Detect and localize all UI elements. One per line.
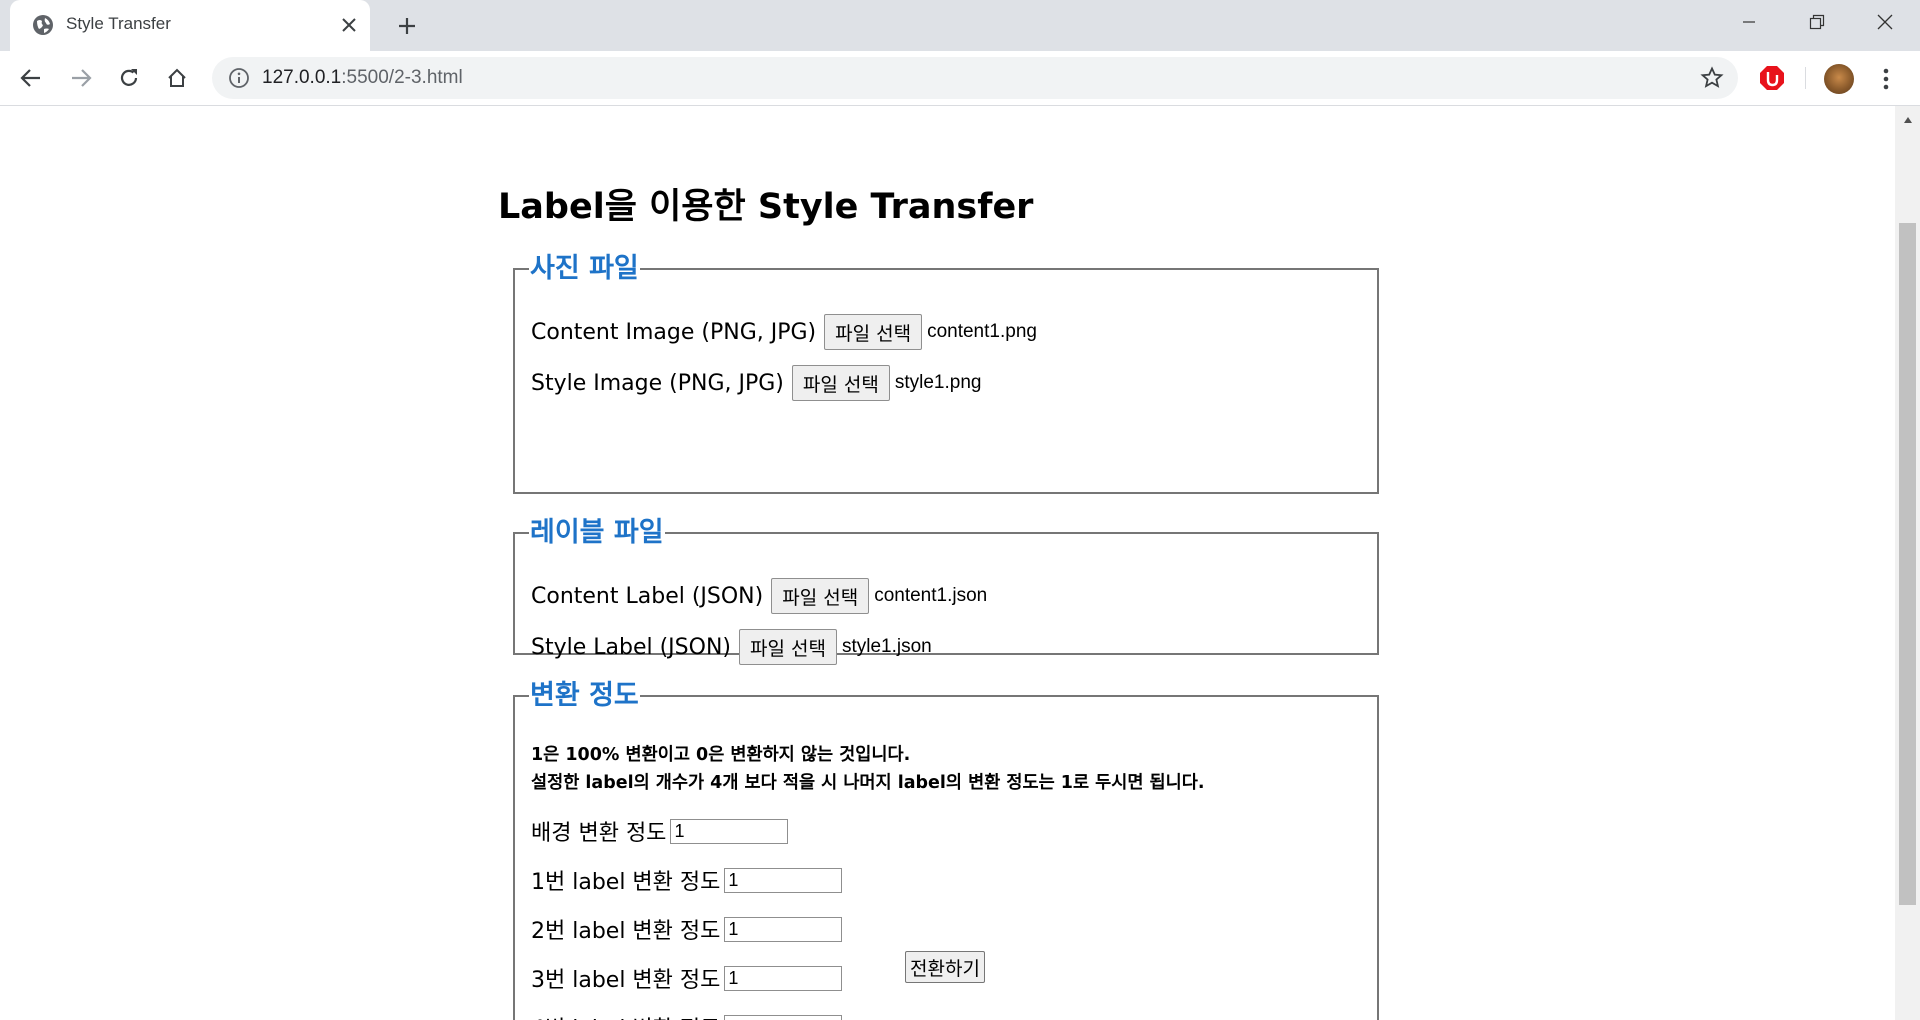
photo-file-fieldset: 사진 파일 Content Image (PNG, JPG) 파일 선택 con… [513, 254, 1379, 494]
background-ratio-input[interactable] [670, 818, 789, 844]
style-label-file-button[interactable]: 파일 선택 [739, 629, 837, 665]
ratio-note-line1: 1은 100% 변환이고 0은 변환하지 않는 것입니다. [531, 745, 911, 765]
label4-ratio-label: 4번 label 변환 정도 [531, 1011, 720, 1020]
info-icon[interactable] [228, 67, 250, 89]
label-file-legend: 레이블 파일 [530, 517, 664, 548]
label1-ratio-label: 1번 label 변환 정도 [531, 870, 721, 895]
forward-arrow-icon[interactable] [66, 63, 96, 93]
photo-file-legend: 사진 파일 [530, 253, 639, 284]
more-menu-icon[interactable] [1874, 64, 1898, 94]
page-title: Label을 이용한 Style Transfer [498, 187, 1034, 227]
label2-ratio-row: 2번 label 변환 정도 [531, 911, 843, 947]
restore-icon[interactable] [1783, 0, 1851, 44]
content-image-label: Content Image (PNG, JPG) [531, 319, 817, 345]
back-arrow-icon[interactable] [16, 63, 46, 93]
close-tab-icon[interactable] [336, 12, 362, 38]
browser-tab[interactable]: Style Transfer [10, 0, 370, 51]
extension-stop-icon[interactable] [1758, 64, 1786, 92]
tab-title: Style Transfer [66, 14, 171, 33]
url-host: 127.0.0.1 [262, 67, 342, 88]
content-label-row: Content Label (JSON) 파일 선택 content1.json [531, 578, 987, 614]
scroll-up-arrow-icon[interactable] [1895, 106, 1920, 134]
globe-icon [33, 15, 53, 35]
ratio-legend: 변환 정도 [530, 680, 639, 711]
browser-toolbar: 127.0.0.1:5500/2-3.html [0, 51, 1920, 106]
url-text[interactable]: 127.0.0.1:5500/2-3.html [262, 67, 463, 89]
content-image-file-button[interactable]: 파일 선택 [824, 314, 923, 350]
home-icon[interactable] [162, 63, 192, 93]
style-label-filename: style1.json [841, 636, 932, 657]
scrollbar-thumb[interactable] [1899, 223, 1916, 905]
label2-ratio-input[interactable] [724, 916, 843, 942]
page-viewport: Label을 이용한 Style Transfer 사진 파일 Content … [0, 106, 1895, 1020]
content-label-filename: content1.json [874, 585, 988, 606]
minimize-icon[interactable] [1715, 0, 1783, 44]
close-window-icon[interactable] [1851, 0, 1919, 44]
content-image-filename: content1.png [927, 321, 1037, 342]
style-image-filename: style1.png [894, 372, 982, 393]
label4-ratio-row: 4번 label 변환 정도 [531, 1009, 843, 1020]
label3-ratio-input[interactable] [724, 965, 843, 991]
label3-ratio-label: 3번 label 변환 정도 [531, 968, 721, 993]
ratio-note-line2: 설정한 label의 개수가 4개 보다 적을 시 나머지 label의 변환 … [531, 773, 1205, 793]
address-bar[interactable]: 127.0.0.1:5500/2-3.html [212, 57, 1738, 99]
label-file-fieldset: 레이블 파일 Content Label (JSON) 파일 선택 conten… [513, 517, 1379, 665]
style-image-label: Style Image (PNG, JPG) [531, 370, 784, 396]
profile-avatar[interactable] [1824, 64, 1854, 94]
background-ratio-row: 배경 변환 정도 [531, 813, 789, 849]
style-label-label: Style Label (JSON) [531, 634, 731, 660]
tab-strip: Style Transfer [0, 0, 1920, 51]
content-image-row: Content Image (PNG, JPG) 파일 선택 content1.… [531, 314, 1037, 350]
content-label-label: Content Label (JSON) [531, 583, 764, 609]
convert-button[interactable]: 전환하기 [905, 951, 985, 983]
style-image-row: Style Image (PNG, JPG) 파일 선택 style1.png [531, 365, 981, 401]
new-tab-icon[interactable] [392, 11, 422, 41]
bookmark-star-icon[interactable] [1700, 66, 1724, 90]
toolbar-separator [1805, 67, 1806, 89]
style-label-row: Style Label (JSON) 파일 선택 style1.json [531, 629, 932, 665]
background-ratio-label: 배경 변환 정도 [531, 821, 667, 846]
label2-ratio-label: 2번 label 변환 정도 [531, 919, 721, 944]
vertical-scrollbar[interactable] [1895, 106, 1920, 1020]
label4-ratio-input[interactable] [724, 1014, 843, 1020]
content-label-file-button[interactable]: 파일 선택 [771, 578, 870, 614]
style-image-file-button[interactable]: 파일 선택 [791, 365, 890, 401]
label1-ratio-input[interactable] [724, 867, 843, 893]
label3-ratio-row: 3번 label 변환 정도 [531, 960, 843, 996]
reload-icon[interactable] [114, 63, 144, 93]
label1-ratio-row: 1번 label 변환 정도 [531, 862, 843, 898]
url-path: :5500/2-3.html [341, 67, 463, 88]
